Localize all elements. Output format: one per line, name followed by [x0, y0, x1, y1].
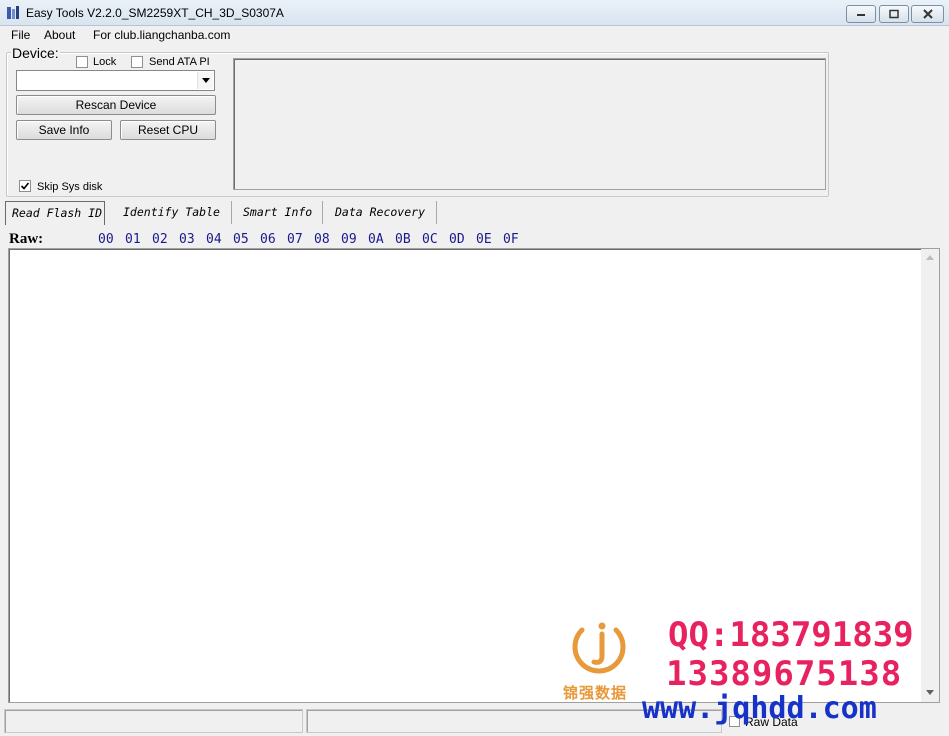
scroll-down-icon — [926, 690, 934, 695]
lock-label: Lock — [93, 56, 117, 68]
device-select[interactable] — [16, 70, 215, 91]
raw-label: Raw: — [9, 231, 44, 247]
hex-column-header: 09 — [341, 232, 357, 247]
hex-column-header: 0C — [422, 232, 438, 247]
status-panel — [4, 709, 303, 733]
hex-column-header: 03 — [179, 232, 195, 247]
hex-column-header: 05 — [233, 232, 249, 247]
maximize-button[interactable] — [879, 5, 909, 23]
hex-column-header: 08 — [314, 232, 330, 247]
hex-column-header: 04 — [206, 232, 222, 247]
hex-column-header: 0E — [476, 232, 492, 247]
hex-column-header: 01 — [125, 232, 141, 247]
tab-separator — [436, 201, 437, 224]
app-icon — [7, 6, 19, 19]
device-group-label: Device: — [11, 45, 60, 61]
tab-separator — [231, 201, 232, 224]
menu-club-link[interactable]: For club.liangchanba.com — [93, 28, 230, 42]
hex-column-header: 0A — [368, 232, 384, 247]
hex-column-header: 06 — [260, 232, 276, 247]
send-ata-checkbox[interactable] — [131, 56, 143, 68]
minimize-button[interactable] — [846, 5, 876, 23]
lock-checkbox[interactable] — [76, 56, 88, 68]
reset-cpu-button[interactable]: Reset CPU — [120, 120, 216, 140]
jinqiang-logo-icon — [572, 622, 626, 674]
window-title: Easy Tools V2.2.0_SM2259XT_CH_3D_S0307A — [26, 6, 284, 20]
tab-identify-table[interactable]: Identify Table — [117, 201, 226, 225]
skip-sys-disk-checkbox[interactable] — [19, 180, 31, 192]
vertical-scrollbar[interactable] — [921, 249, 939, 702]
menu-file[interactable]: File — [11, 28, 30, 42]
rescan-device-button[interactable]: Rescan Device — [16, 95, 216, 115]
title-bar[interactable]: Easy Tools V2.2.0_SM2259XT_CH_3D_S0307A — [0, 0, 949, 26]
skip-sys-disk-label: Skip Sys disk — [37, 181, 103, 193]
hex-column-header: 0B — [395, 232, 411, 247]
watermark-qq: QQ:183791839 — [668, 615, 914, 655]
scroll-up-icon — [926, 255, 934, 260]
minimize-icon — [857, 14, 865, 16]
chevron-down-icon — [202, 78, 210, 83]
watermark-url: www.jqhdd.com — [642, 691, 877, 726]
hex-column-header: 07 — [287, 232, 303, 247]
menu-bar: File About For club.liangchanba.com — [0, 26, 949, 44]
tab-data-recovery[interactable]: Data Recovery — [329, 201, 431, 225]
tab-separator — [322, 201, 323, 224]
menu-about[interactable]: About — [44, 28, 75, 42]
device-select-dropdown[interactable] — [197, 72, 213, 89]
hex-column-header: 0F — [503, 232, 519, 247]
maximize-icon — [889, 9, 899, 19]
watermark-phone: 13389675138 — [666, 654, 903, 694]
tab-read-flash-id[interactable]: Read Flash ID — [5, 201, 105, 225]
send-ata-label: Send ATA PI — [149, 56, 210, 68]
checkmark-icon — [20, 182, 30, 190]
watermark-brand: 锦强数据 — [563, 685, 628, 702]
hex-column-header: 02 — [152, 232, 168, 247]
hex-column-header: 00 — [98, 232, 114, 247]
tab-smart-info[interactable]: Smart Info — [237, 201, 318, 225]
close-icon — [922, 9, 933, 19]
device-info-panel — [233, 58, 826, 190]
save-info-button[interactable]: Save Info — [16, 120, 112, 140]
hex-column-header: 0D — [449, 232, 465, 247]
close-button[interactable] — [911, 5, 944, 23]
